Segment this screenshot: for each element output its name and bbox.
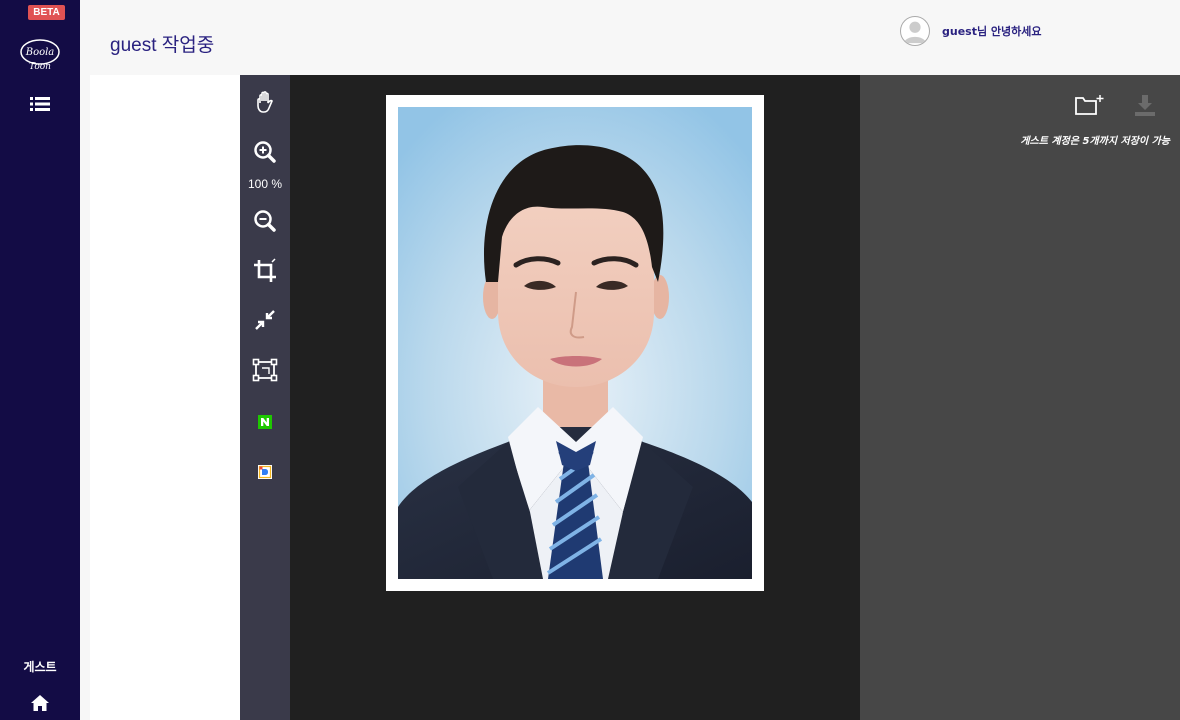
download-icon[interactable] [1134, 93, 1156, 117]
naver-icon[interactable] [252, 409, 278, 435]
nav-user-label[interactable]: 게스트 [0, 658, 80, 675]
beta-badge: BETA [28, 5, 65, 20]
left-nav: BETA Boola Toon 게스트 [0, 0, 80, 720]
transform-icon[interactable] [252, 357, 278, 383]
svg-text:Toon: Toon [29, 62, 51, 72]
photo-frame[interactable] [386, 95, 764, 591]
hand-icon[interactable] [252, 89, 278, 115]
page-title: guest 작업중 [110, 35, 215, 56]
zoom-in-icon[interactable] [252, 139, 278, 165]
save-limit-notice: 게스트 계정은 5개까지 저장이 가능 [1020, 136, 1170, 147]
portrait-photo[interactable] [398, 107, 752, 579]
home-icon[interactable] [31, 695, 49, 711]
zoom-level: 100 % [247, 177, 283, 191]
daum-icon[interactable] [252, 459, 278, 485]
crop-icon[interactable] [252, 258, 278, 284]
svg-text:Boola: Boola [25, 47, 55, 58]
right-panel: 게스트 계정은 5개까지 저장이 가능 [860, 75, 1180, 720]
layer-panel [90, 75, 240, 720]
collapse-icon[interactable] [252, 307, 278, 333]
folder-add-icon[interactable] [1074, 93, 1106, 117]
menu-list-icon[interactable] [30, 96, 50, 112]
editor-canvas[interactable] [290, 75, 860, 720]
user-avatar-icon[interactable] [900, 16, 930, 46]
greeting-text: guest님 안녕하세요 [942, 25, 1042, 38]
zoom-out-icon[interactable] [252, 208, 278, 234]
boolatoon-logo[interactable]: Boola Toon [18, 38, 62, 74]
tool-bar: 100 % [240, 75, 290, 720]
header: guest 작업중 guest님 안녕하세요 [80, 0, 1180, 75]
